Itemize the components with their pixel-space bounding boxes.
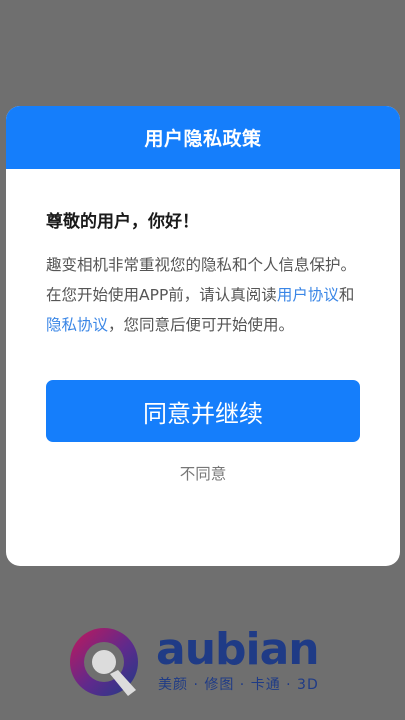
agree-continue-button[interactable]: 同意并继续 (46, 380, 360, 442)
brand-logo: aubian 美颜 · 修图 · 卡通 · 3D (66, 622, 346, 702)
message-part2: ，您同意后便可开始使用。 (108, 316, 295, 334)
user-agreement-link[interactable]: 用户协议 (277, 286, 339, 304)
dialog-title: 用户隐私政策 (6, 106, 400, 169)
logo-mark-icon (70, 628, 138, 696)
message-conjunction: 和 (338, 286, 355, 304)
greeting-text: 尊敬的用户，你好！ (46, 212, 199, 232)
brand-wordmark: aubian (156, 624, 320, 675)
policy-message: 趣变相机非常重视您的隐私和个人信息保护。在您开始使用APP前，请认真阅读用户协议… (46, 250, 360, 340)
disagree-button[interactable]: 不同意 (46, 462, 360, 484)
privacy-agreement-link[interactable]: 隐私协议 (46, 316, 108, 334)
privacy-policy-dialog: 用户隐私政策 尊敬的用户，你好！ 趣变相机非常重视您的隐私和个人信息保护。在您开… (6, 106, 400, 566)
dialog-body: 尊敬的用户，你好！ 趣变相机非常重视您的隐私和个人信息保护。在您开始使用APP前… (6, 169, 400, 484)
brand-tagline: 美颜 · 修图 · 卡通 · 3D (158, 677, 319, 693)
